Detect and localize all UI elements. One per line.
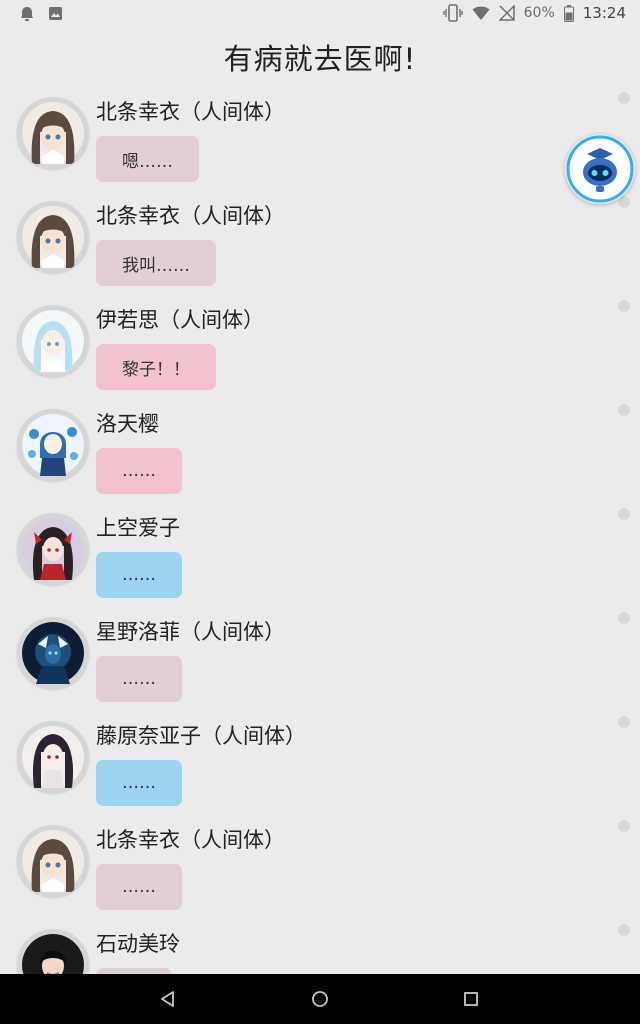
brown-hair-girl-icon [22,206,84,268]
home-icon[interactable] [311,990,329,1008]
scroll-dot [618,612,630,624]
avatar[interactable] [17,97,89,169]
vibrate-icon [442,4,463,22]
sender-name: 石动美玲 [96,932,180,956]
avatar[interactable] [17,825,89,897]
scroll-dot [618,92,630,104]
wifi-icon [472,6,490,20]
sender-name: 伊若思（人间体） [96,308,264,332]
blue-flowers-girl-icon [22,414,84,476]
message-row[interactable]: 石动美玲 [0,924,640,974]
status-bar: 60% 13:24 [0,0,640,28]
message-bubble[interactable]: 我叫…… [96,240,216,286]
clock: 13:24 [582,4,626,22]
message-row[interactable]: 北条幸衣（人间体） 我叫…… [0,196,640,300]
scroll-dot [618,404,630,416]
brown-hair-girl-icon [22,102,84,164]
message-bubble[interactable]: …… [96,656,182,702]
message-row[interactable]: 藤原奈亚子（人间体） …… [0,716,640,820]
notification-ghost-icon [21,7,33,21]
notification-image-icon [49,7,62,20]
message-bubble[interactable]: …… [96,552,182,598]
avatar[interactable] [17,617,89,689]
message-row[interactable]: 北条幸衣（人间体） 嗯…… [0,92,640,196]
message-row[interactable]: 伊若思（人间体） 黎子！！ [0,300,640,404]
assistant-bot-button[interactable] [565,134,635,204]
avatar[interactable] [17,305,89,377]
dark-hair-girl-icon [22,726,84,788]
sender-name: 北条幸衣（人间体） [96,828,285,852]
message-row[interactable]: 星野洛菲（人间体） …… [0,612,640,716]
scroll-dot [618,508,630,520]
message-bubble[interactable]: 嗯…… [96,136,199,182]
message-bubble[interactable]: …… [96,760,182,806]
sender-name: 藤原奈亚子（人间体） [96,724,306,748]
brown-hair-girl-icon [22,830,84,892]
recent-apps-icon[interactable] [462,990,480,1008]
scroll-dot [618,300,630,312]
battery-percent: 60% [523,5,555,21]
avatar[interactable] [17,929,89,974]
avatar[interactable] [17,409,89,481]
sender-name: 北条幸衣（人间体） [96,204,285,228]
scroll-dot [618,924,630,936]
back-icon[interactable] [159,990,177,1008]
message-row[interactable]: 洛天樱 …… [0,404,640,508]
sender-name: 北条幸衣（人间体） [96,100,285,124]
navigation-bar [0,974,640,1024]
avatar[interactable] [17,721,89,793]
battery-icon [563,4,574,22]
no-signal-icon [498,5,515,21]
message-bubble[interactable]: …… [96,864,182,910]
page-title: 有病就去医啊! [223,42,417,76]
scroll-dot [618,716,630,728]
scroll-dot [618,820,630,832]
message-row[interactable]: 北条幸衣（人间体） …… [0,820,640,924]
photo-woman-icon [22,934,84,974]
sender-name: 上空爱子 [96,516,180,540]
status-bar-system: 60% 13:24 [442,4,626,22]
sender-name: 星野洛菲（人间体） [96,620,285,644]
message-bubble[interactable]: …… [96,448,182,494]
red-black-hair-girl-icon [22,518,84,580]
robot-assistant-icon [566,135,634,203]
avatar[interactable] [17,513,89,585]
message-list[interactable]: 北条幸衣（人间体） 嗯…… 北条幸衣（人间体） 我叫…… 伊若思（人间体） 黎子… [0,92,640,974]
avatar[interactable] [17,201,89,273]
dark-blue-glow-figure-icon [22,622,84,684]
light-blue-hair-girl-icon [22,310,84,372]
message-row[interactable]: 上空爱子 …… [0,508,640,612]
sender-name: 洛天樱 [96,412,159,436]
message-bubble[interactable]: 黎子！！ [96,344,216,390]
status-bar-notifications [20,6,63,22]
